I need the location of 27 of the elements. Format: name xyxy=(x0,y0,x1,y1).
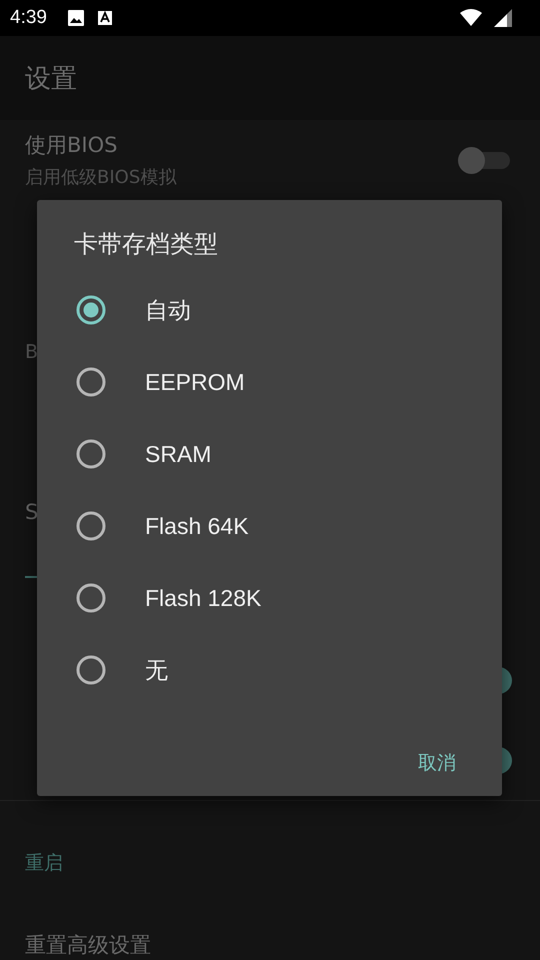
radio-button[interactable] xyxy=(75,366,107,398)
radio-option[interactable]: 自动 xyxy=(37,274,502,346)
page-title: 设置 xyxy=(25,62,77,96)
font-icon xyxy=(96,10,113,26)
radio-option[interactable]: Flash 128K xyxy=(37,562,502,634)
signal-icon xyxy=(494,9,512,27)
toggle-switch[interactable] xyxy=(458,145,510,175)
radio-option[interactable]: EEPROM xyxy=(37,346,502,418)
radio-button[interactable] xyxy=(75,582,107,614)
radio-option[interactable]: SRAM xyxy=(37,418,502,490)
radio-button[interactable] xyxy=(75,438,107,470)
setting-title: 重启 xyxy=(25,851,64,876)
radio-button[interactable] xyxy=(75,654,107,686)
cancel-button[interactable]: 取消 xyxy=(398,742,476,784)
radio-button[interactable] xyxy=(75,294,107,326)
wifi-icon xyxy=(460,9,482,27)
radio-option[interactable]: 无 xyxy=(37,634,502,706)
setting-title: B xyxy=(25,341,40,363)
setting-title: S xyxy=(25,500,40,524)
status-time: 4:39 xyxy=(10,7,47,29)
radio-button[interactable] xyxy=(75,510,107,542)
setting-title: 使用BIOS xyxy=(25,132,118,159)
setting-title: 重置高级设置 xyxy=(25,932,152,959)
image-icon xyxy=(66,9,85,27)
dialog-title: 卡带存档类型 xyxy=(73,229,219,260)
setting-summary: 启用低级BIOS模拟 xyxy=(25,166,178,189)
radio-option[interactable]: Flash 64K xyxy=(37,490,502,562)
